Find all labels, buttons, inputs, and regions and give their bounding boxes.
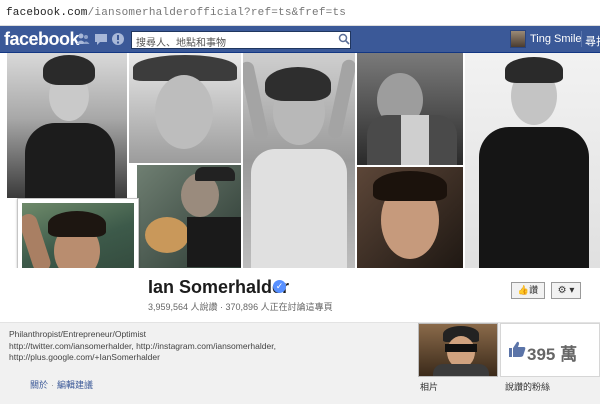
cover-photo-tile <box>137 165 241 268</box>
photos-label[interactable]: 相片 <box>420 380 438 393</box>
cover-photo-tile <box>129 53 241 163</box>
website-links[interactable]: http://twitter.com/iansomerhalder, http:… <box>9 341 409 353</box>
website-links[interactable]: http://plus.google.com/+IanSomerhalder <box>9 352 409 364</box>
like-button-label: 讚 <box>529 285 539 295</box>
settings-button[interactable]: ⚙ ▾ <box>551 282 581 299</box>
tagline: Philanthropist/Entrepreneur/Optimist <box>9 329 147 339</box>
like-button[interactable]: 👍讚 <box>511 282 545 299</box>
cover-photo-tile <box>357 167 463 268</box>
search-input[interactable]: 搜尋人、地點和事物 <box>131 31 351 49</box>
verified-badge-icon: ✓ <box>273 280 286 293</box>
notifications-icon[interactable] <box>111 32 125 46</box>
gear-icon: ⚙ ▾ <box>557 285 575 296</box>
cover-photo-tile <box>357 53 463 165</box>
facebook-top-bar: facebook 搜尋人、地點和事物 Ting Smile 尋找 <box>0 26 600 53</box>
url-text[interactable]: facebook.com/iansomerhalderofficial?ref=… <box>6 7 346 19</box>
user-avatar[interactable] <box>510 30 526 48</box>
page-stats: 3,959,564 人說讚 · 370,896 人正在討論這專頁 <box>148 302 333 312</box>
about-section: Philanthropist/Entrepreneur/Optimist htt… <box>0 323 600 404</box>
cover-photo-tile <box>465 53 600 268</box>
about-links: 關於 · 編輯建議 <box>30 380 94 390</box>
url-path: /iansomerhalderofficial?ref=ts&fref=ts <box>87 7 347 19</box>
likes-count: 395 萬 <box>527 345 578 364</box>
url-domain: facebook.com <box>6 7 88 19</box>
edit-suggestion-link[interactable]: 編輯建議 <box>57 380 93 390</box>
about-info: Philanthropist/Entrepreneur/Optimist htt… <box>9 329 409 364</box>
profile-header: Ian Somerhalder ✓ 3,959,564 人說讚 · 370,89… <box>0 268 600 323</box>
thumbs-up-icon: 👍 <box>517 285 530 295</box>
photos-thumbnail[interactable] <box>418 323 498 377</box>
thumbs-up-icon <box>509 341 526 357</box>
likes-label[interactable]: 說讚的粉絲 <box>505 380 550 393</box>
user-name-link[interactable]: Ting Smile <box>530 33 582 45</box>
about-link[interactable]: 關於 <box>30 380 48 390</box>
friend-requests-icon[interactable] <box>76 32 90 46</box>
cover-photo-tile <box>7 53 127 198</box>
cover-photo-tile <box>243 53 355 268</box>
find-friends-link[interactable]: 尋找 <box>585 33 600 49</box>
search-icon[interactable] <box>338 33 350 45</box>
browser-address-bar[interactable]: facebook.com/iansomerhalderofficial?ref=… <box>0 0 600 26</box>
facebook-logo[interactable]: facebook <box>4 29 80 50</box>
messages-icon[interactable] <box>94 32 108 46</box>
page-title[interactable]: Ian Somerhalder <box>148 277 289 298</box>
divider <box>581 31 582 47</box>
